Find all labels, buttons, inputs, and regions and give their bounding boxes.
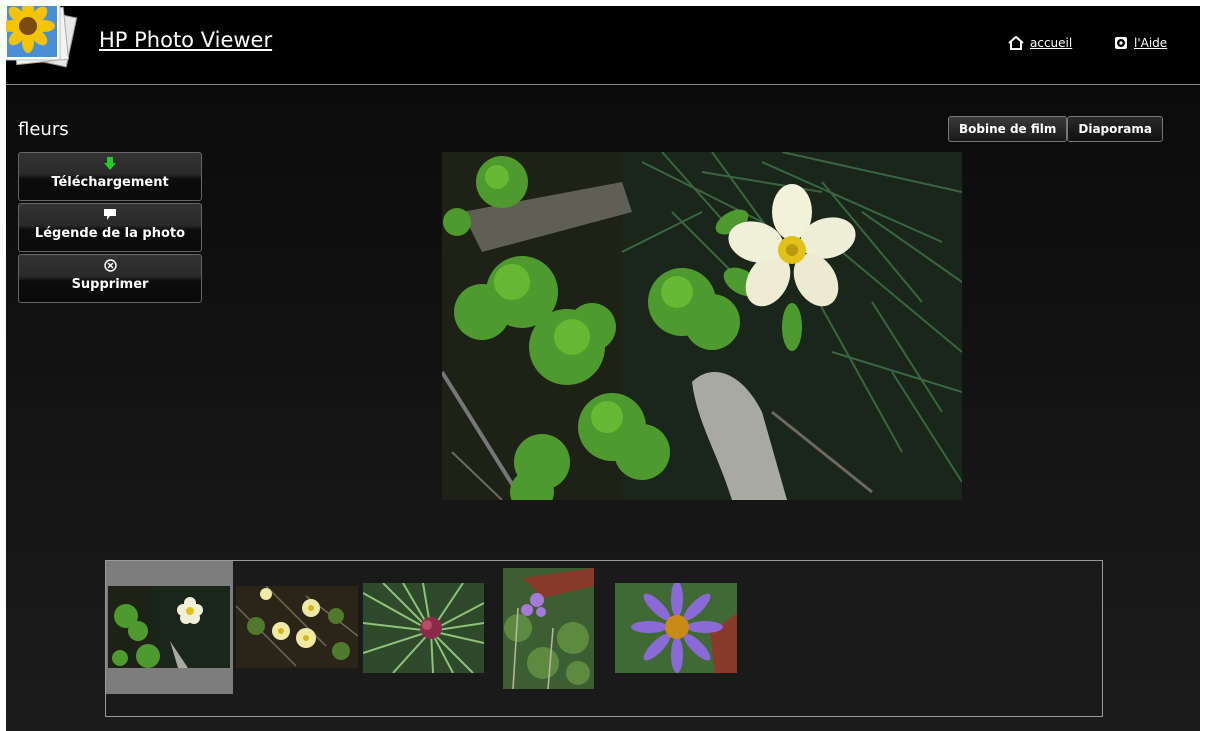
photo-stack-sunflower-icon — [6, 6, 82, 78]
help-icon — [1115, 37, 1127, 49]
caption-button[interactable]: Légende de la photo — [18, 203, 202, 252]
delete-label: Supprimer — [71, 277, 149, 292]
thumbnail[interactable] — [615, 583, 737, 673]
download-arrow-icon — [19, 156, 201, 170]
thumbnail[interactable] — [108, 586, 230, 668]
album-title: fleurs — [18, 119, 69, 140]
thumbnail[interactable] — [236, 586, 358, 668]
caption-label: Légende de la photo — [34, 226, 186, 241]
home-link[interactable]: accueil — [1008, 36, 1072, 50]
view-toggle: Bobine de film Diaporama — [948, 116, 1163, 142]
filmstrip — [105, 560, 1103, 717]
thumbnail[interactable] — [503, 568, 594, 689]
filmstrip-view-button[interactable]: Bobine de film — [948, 116, 1068, 142]
download-label: Téléchargement — [51, 175, 169, 190]
circle-x-icon — [19, 258, 201, 272]
help-link-label: l'Aide — [1134, 36, 1168, 50]
help-link[interactable]: l'Aide — [1114, 36, 1167, 50]
header-bar: HP Photo Viewer accueil l'Aide — [6, 6, 1200, 85]
speech-bubble-icon — [19, 207, 201, 221]
thumbnail[interactable] — [363, 583, 484, 673]
app-title[interactable]: HP Photo Viewer — [99, 28, 272, 52]
main-photo[interactable] — [442, 152, 962, 500]
home-link-label: accueil — [1030, 36, 1073, 50]
app-window: HP Photo Viewer accueil l'Aide fleurs Bo… — [6, 6, 1200, 731]
home-icon — [1008, 36, 1024, 50]
download-button[interactable]: Téléchargement — [18, 152, 202, 201]
delete-button[interactable]: Supprimer — [18, 254, 202, 303]
action-panel: Téléchargement Légende de la photo Suppr… — [18, 152, 202, 305]
slideshow-view-button[interactable]: Diaporama — [1067, 116, 1163, 142]
